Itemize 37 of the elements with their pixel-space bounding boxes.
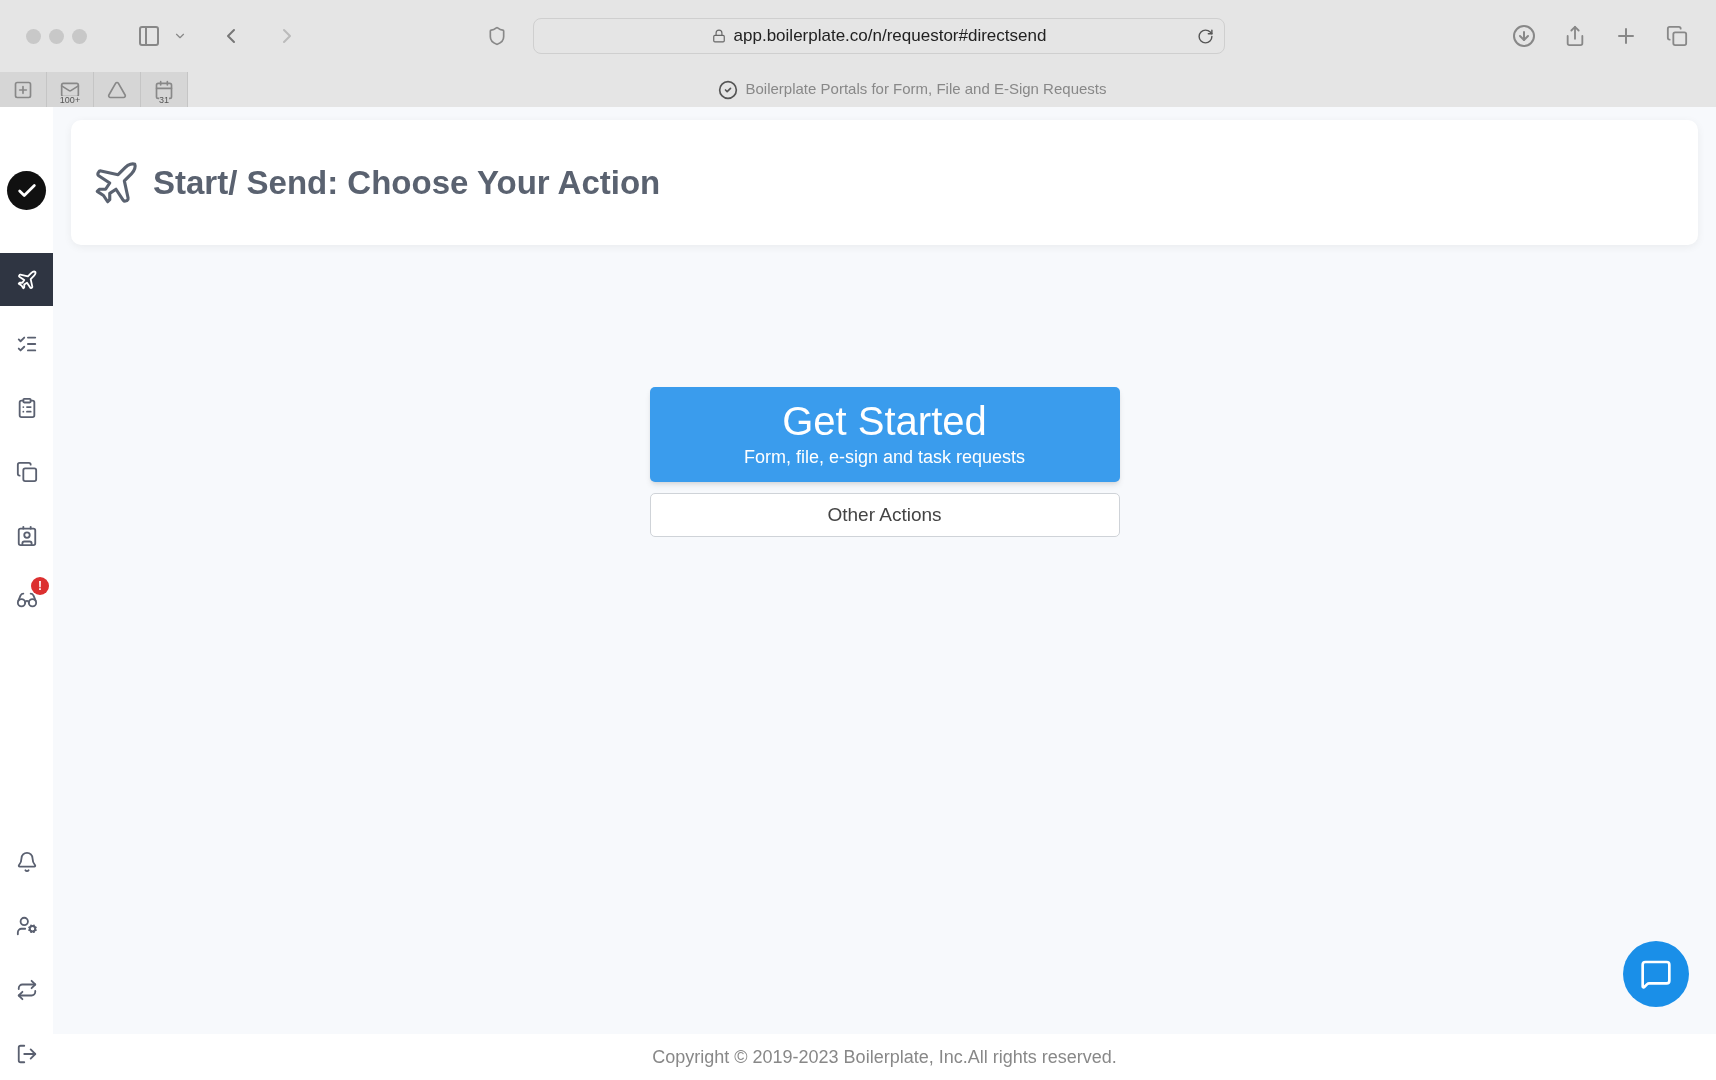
- copyright-text: Copyright © 2019-2023 Boilerplate, Inc.All rights reserved.: [652, 1045, 1117, 1069]
- airplane-icon: [15, 268, 38, 291]
- button-title: Get Started: [782, 398, 987, 444]
- bookmark-badge: 31: [159, 96, 169, 105]
- reload-icon[interactable]: [1197, 27, 1214, 45]
- plus-square-icon: [13, 79, 33, 100]
- shield-icon[interactable]: [487, 26, 507, 46]
- user-gear-icon: [15, 914, 38, 937]
- url-text: app.boilerplate.co/n/requestor#directsend: [733, 25, 1047, 48]
- other-actions-button[interactable]: Other Actions: [649, 493, 1120, 537]
- repeat-icon: [15, 978, 38, 1001]
- sidebar-item[interactable]: !: [0, 573, 53, 626]
- page-title: Start/ Send: Choose Your Action: [153, 162, 661, 203]
- bookmark-badge: 100+: [59, 96, 81, 105]
- sidebar-item[interactable]: [0, 253, 53, 306]
- sidebar-toggle-icon[interactable]: [137, 24, 161, 48]
- bookmark-button[interactable]: [0, 72, 47, 107]
- bell-icon: [15, 850, 38, 873]
- triangle-icon: [107, 79, 127, 100]
- share-icon[interactable]: [1564, 25, 1586, 47]
- logout-icon: [15, 1042, 38, 1065]
- contact-card-icon: [15, 524, 38, 547]
- lock-icon: [711, 29, 726, 43]
- get-started-button[interactable]: Get Started Form, file, e-sign and task requests: [649, 387, 1120, 482]
- tab-title[interactable]: Boilerplate Portals for Form, File and E-Sign Requests: [745, 78, 1107, 101]
- address-bar[interactable]: app.boilerplate.co/n/requestor#directsend: [533, 18, 1225, 54]
- logo-icon: [7, 171, 46, 210]
- copy-icon: [15, 460, 38, 483]
- download-icon[interactable]: [1512, 24, 1536, 48]
- bookmark-button[interactable]: [94, 72, 141, 107]
- bookmark-button[interactable]: 100+: [47, 72, 94, 107]
- site-icon: [717, 79, 738, 100]
- notification-badge: !: [31, 577, 49, 595]
- button-subtitle: Form, file, e-sign and task requests: [743, 446, 1026, 469]
- tabs-overview-icon[interactable]: [1666, 25, 1688, 47]
- bookmark-button[interactable]: 31: [141, 72, 188, 107]
- chat-bubble-icon: [1640, 958, 1672, 990]
